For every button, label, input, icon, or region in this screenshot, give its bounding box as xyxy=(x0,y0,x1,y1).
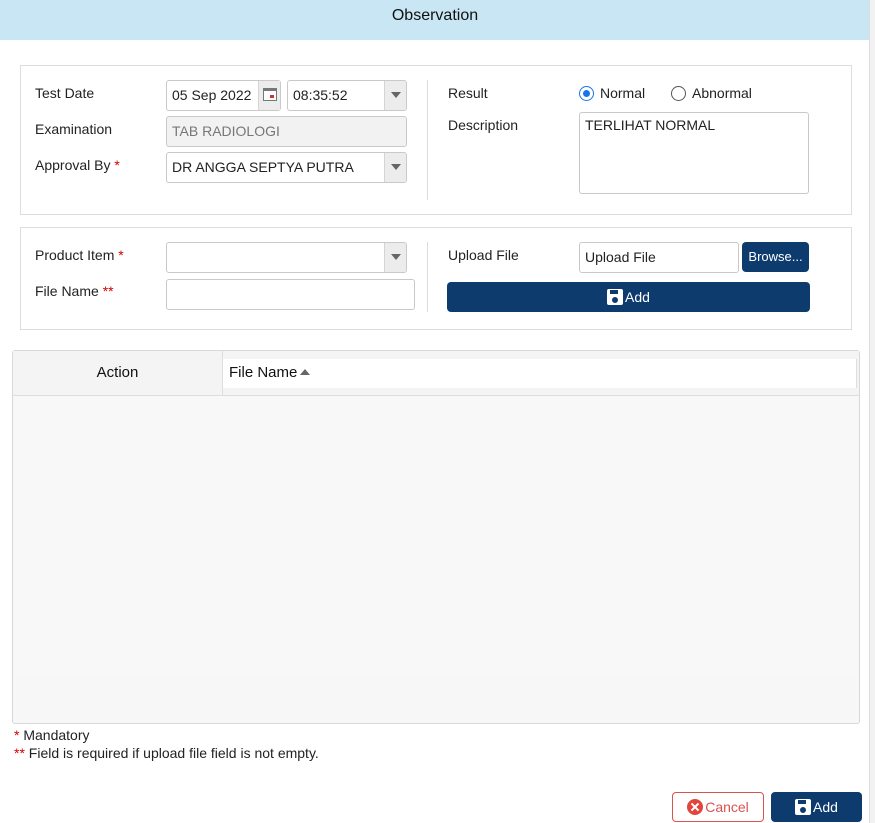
description-textarea[interactable]: TERLIHAT NORMAL xyxy=(579,112,809,194)
calendar-icon[interactable] xyxy=(258,81,280,110)
cancel-button-label: Cancel xyxy=(705,799,749,815)
file-name-label: File Name ** xyxy=(35,283,114,299)
browse-button-label: Browse... xyxy=(748,249,803,264)
add-file-button-label: Add xyxy=(625,289,650,305)
section-divider xyxy=(427,80,428,200)
examination-value: TAB RADIOLOGI xyxy=(172,123,280,139)
save-icon xyxy=(795,799,812,815)
required-mark: * xyxy=(118,247,124,263)
mandatory-note: * Mandatory xyxy=(14,727,90,743)
chevron-down-icon[interactable] xyxy=(384,81,406,110)
product-item-select[interactable] xyxy=(166,242,407,273)
result-abnormal-label[interactable]: Abnormal xyxy=(692,85,752,101)
column-header-action[interactable]: Action xyxy=(13,351,223,396)
required-mark: * xyxy=(114,157,120,173)
test-time-select[interactable]: 08:35:52 xyxy=(287,80,407,111)
column-header-file-name-label: File Name xyxy=(229,364,298,381)
grid-header: Action File Name xyxy=(13,351,859,396)
save-icon xyxy=(607,289,624,305)
approval-by-select[interactable]: DR ANGGA SEPTYA PUTRA xyxy=(166,152,407,183)
approval-by-label: Approval By * xyxy=(35,157,120,173)
product-item-label-text: Product Item xyxy=(35,247,115,263)
browse-button[interactable]: Browse... xyxy=(742,242,809,272)
description-label: Description xyxy=(448,117,519,133)
conditional-note-text: Field is required if upload file field i… xyxy=(24,745,319,761)
sort-ascending-icon xyxy=(300,369,311,375)
examination-label: Examination xyxy=(35,121,113,137)
upload-file-input[interactable]: Upload File xyxy=(579,242,739,273)
chevron-down-icon[interactable] xyxy=(384,153,406,182)
file-name-label-text: File Name xyxy=(35,283,99,299)
test-date-value: 05 Sep 2022 xyxy=(172,87,252,103)
required-mark: ** xyxy=(14,745,25,761)
approval-by-label-text: Approval By xyxy=(35,157,111,173)
result-abnormal-radio[interactable] xyxy=(671,86,686,101)
approval-by-value: DR ANGGA SEPTYA PUTRA xyxy=(172,159,354,175)
conditional-note: ** Field is required if upload file fiel… xyxy=(14,745,319,761)
section-divider xyxy=(427,242,428,312)
required-mark: ** xyxy=(102,283,114,299)
result-normal-label[interactable]: Normal xyxy=(600,85,645,101)
column-header-file-name[interactable]: File Name xyxy=(223,359,857,388)
test-time-value: 08:35:52 xyxy=(293,87,348,103)
result-label: Result xyxy=(448,85,488,101)
result-normal-radio[interactable] xyxy=(579,86,594,101)
dialog-title: Observation xyxy=(391,7,479,24)
add-button-label: Add xyxy=(813,799,838,815)
upload-file-placeholder: Upload File xyxy=(585,249,656,265)
cancel-button[interactable]: Cancel xyxy=(672,792,764,822)
dialog-title-bar: Observation xyxy=(0,0,870,40)
add-button[interactable]: Add xyxy=(771,792,862,822)
file-grid: Action File Name xyxy=(12,350,860,724)
examination-field: TAB RADIOLOGI xyxy=(166,116,407,147)
test-date-label: Test Date xyxy=(35,85,95,101)
column-header-action-label: Action xyxy=(96,364,139,381)
background-page-edge xyxy=(869,0,875,823)
upload-file-label: Upload File xyxy=(448,247,519,263)
product-item-label: Product Item * xyxy=(35,247,124,263)
grid-body xyxy=(13,396,859,674)
description-value: TERLIHAT NORMAL xyxy=(585,117,716,133)
chevron-down-icon[interactable] xyxy=(384,243,406,272)
close-icon xyxy=(687,799,704,815)
add-file-button[interactable]: Add xyxy=(447,282,810,312)
file-name-input[interactable] xyxy=(166,279,415,310)
mandatory-note-text: Mandatory xyxy=(19,727,90,743)
